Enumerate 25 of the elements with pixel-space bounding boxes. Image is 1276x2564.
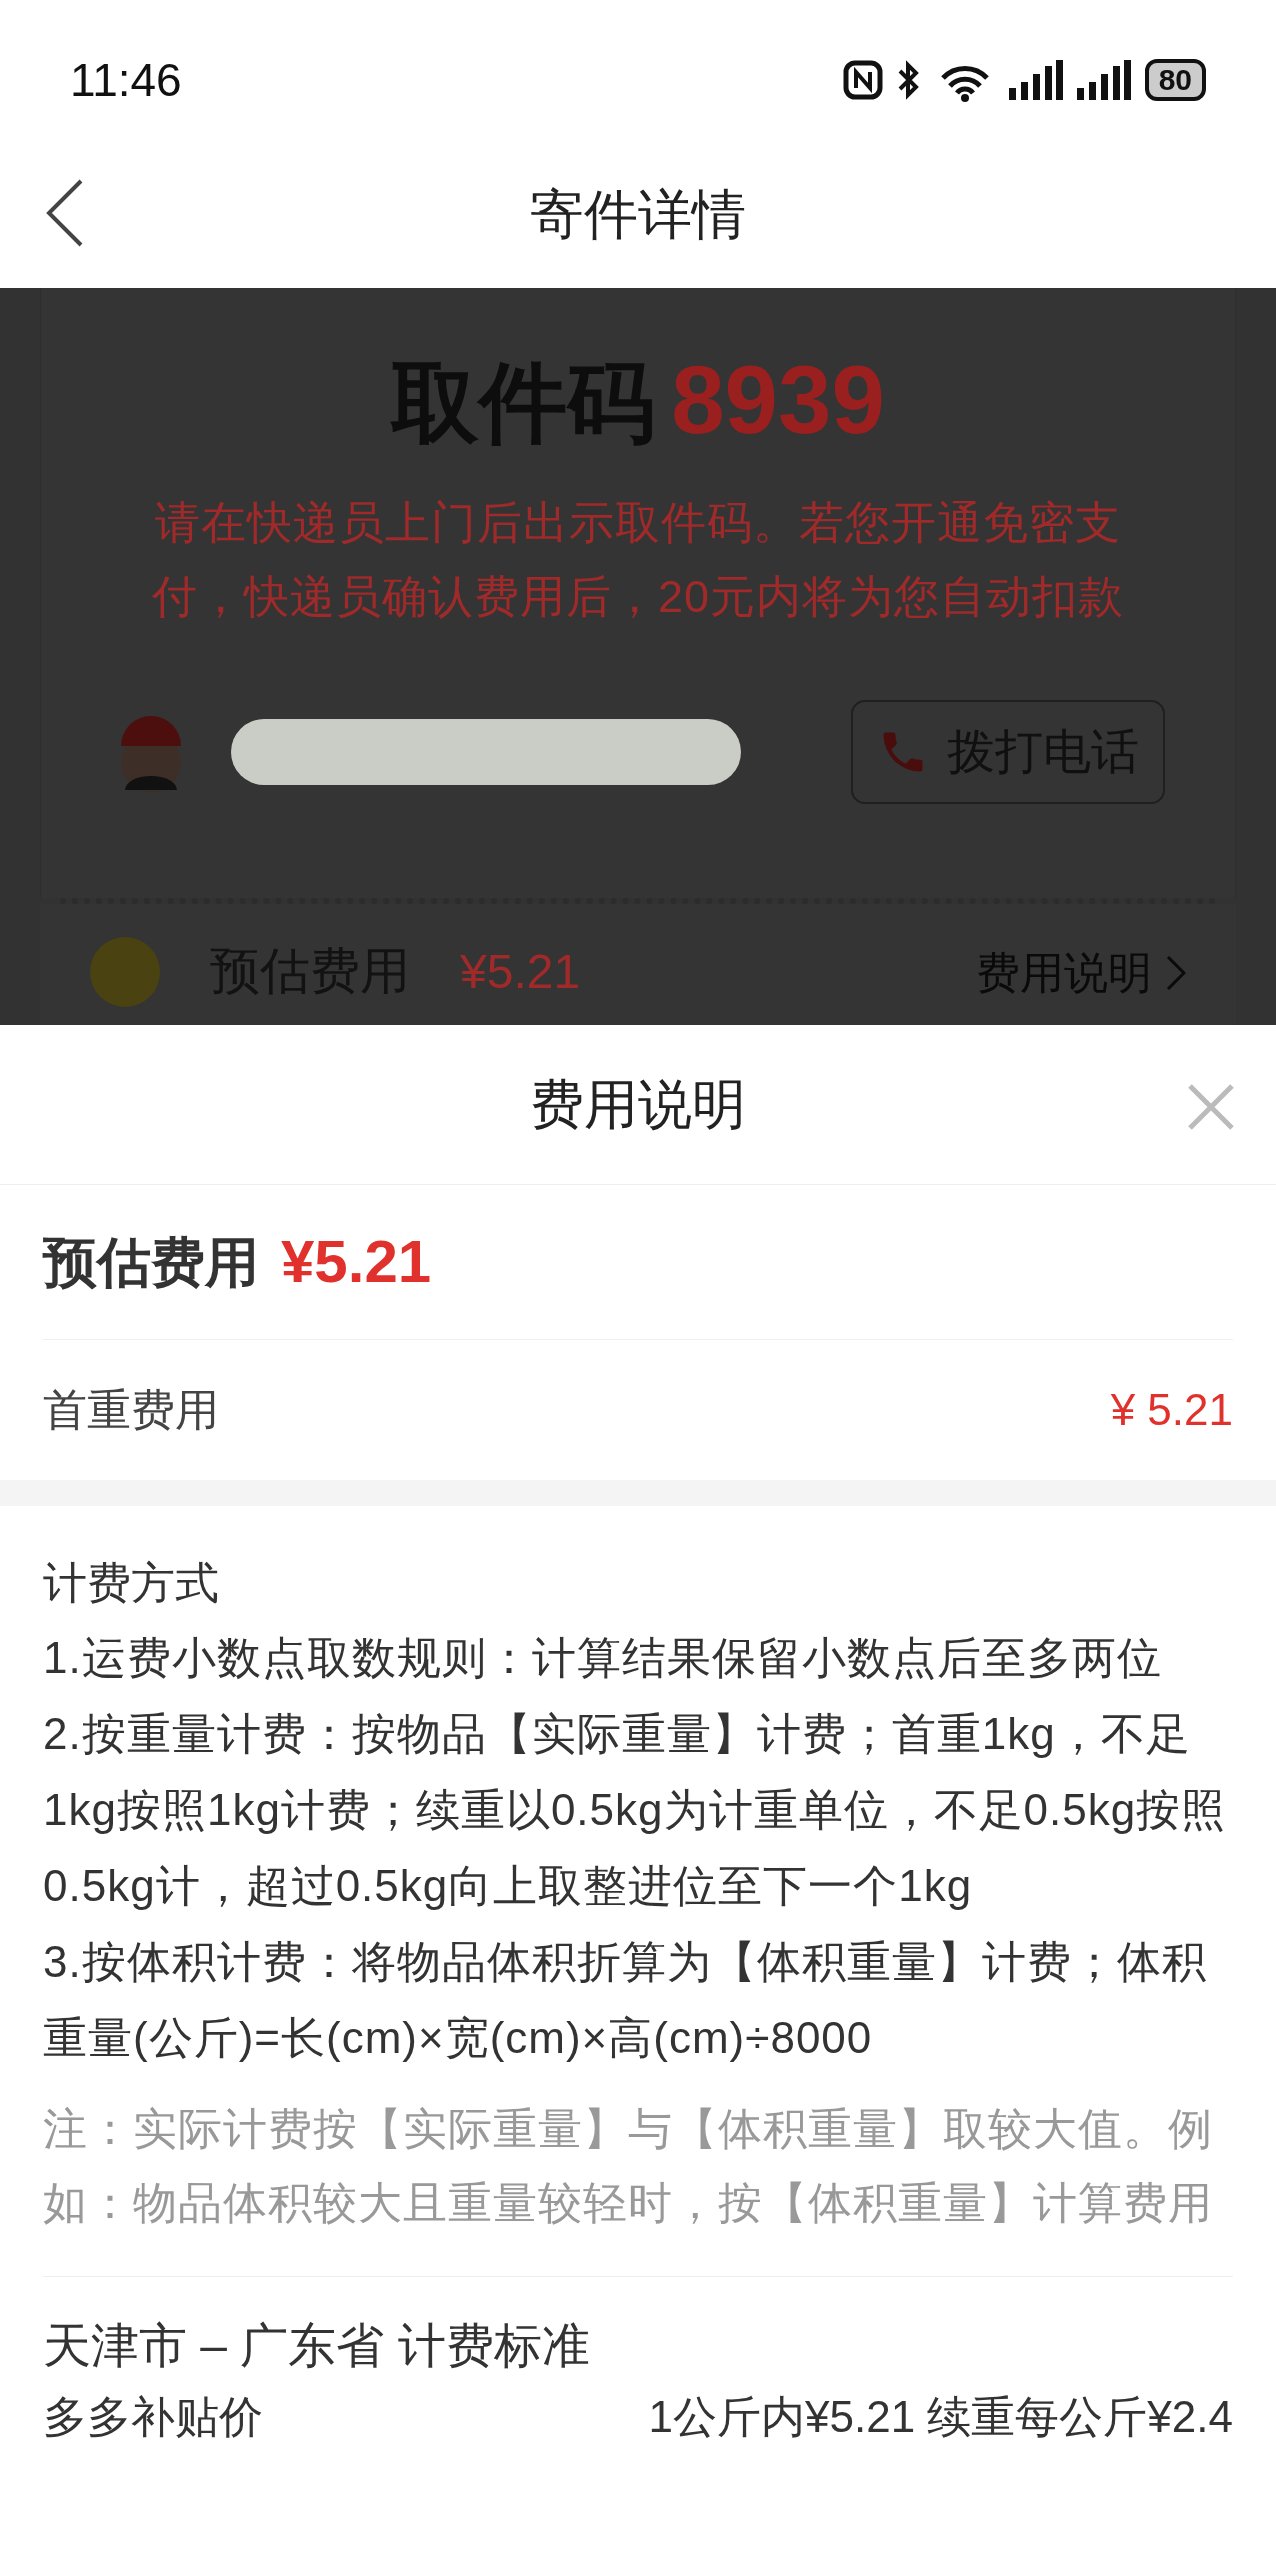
signal-icon xyxy=(1076,60,1131,100)
coin-icon xyxy=(90,936,160,1007)
estimated-fee-label: 预估费用 xyxy=(43,1230,259,1294)
status-time: 11:46 xyxy=(70,52,182,108)
fee-item-label: 首重费用 xyxy=(43,1384,219,1436)
fee-amount: ¥5.21 xyxy=(460,943,581,1000)
chevron-right-icon xyxy=(1166,955,1186,991)
signal-icon xyxy=(1008,60,1063,100)
nfc-icon xyxy=(842,60,883,100)
billing-rule: 1.运费小数点取数规则：计算结果保留小数点后至多两位 xyxy=(43,1632,1163,1684)
billing-note: 注：实际计费按【实际重量】与【体积重量】取较大值。例如：物品体积较大且重量较轻时，按【体积重量】计算费用 xyxy=(43,2103,1214,2229)
estimated-fee-amount: ¥5.21 xyxy=(281,1227,432,1297)
billing-rule: 3.按体积计费：将物品体积折算为【体积重量】计费；体积重量(公斤)=长(cm)×宽(cm)×高(cm)÷8000 xyxy=(43,1936,1208,2064)
billing-rule: 2.按重量计费：按物品【实际重量】计费；首重1kg，不足1kg按照1kg计费；续重以0.5kg为计重单位，不足0.5kg按照0.5kg计，超过0.5kg向上取整进位至下一个1kg xyxy=(43,1708,1228,1912)
pickup-code: 8939 xyxy=(671,345,885,455)
bluetooth-icon xyxy=(896,60,921,100)
page-title: 寄件详情 xyxy=(530,182,746,246)
pickup-notice: 请在快递员上门后出示取件码。若您开通免密支付，快递员确认费用后，20元内将为您自动扣款 xyxy=(150,496,1126,624)
battery-indicator: 80 xyxy=(1144,59,1206,101)
fee-item-amount: ¥ 5.21 xyxy=(1110,1384,1233,1436)
price-value: 1公斤内¥5.21 续重每公斤¥2.4 xyxy=(648,2391,1233,2443)
standard-title: 天津市 – 广东省 计费标准 xyxy=(43,2318,591,2374)
billing-method-title: 计费方式 xyxy=(43,1557,220,1609)
price-label: 多多补贴价 xyxy=(43,2391,263,2443)
sheet-title: 费用说明 xyxy=(530,1073,746,1136)
